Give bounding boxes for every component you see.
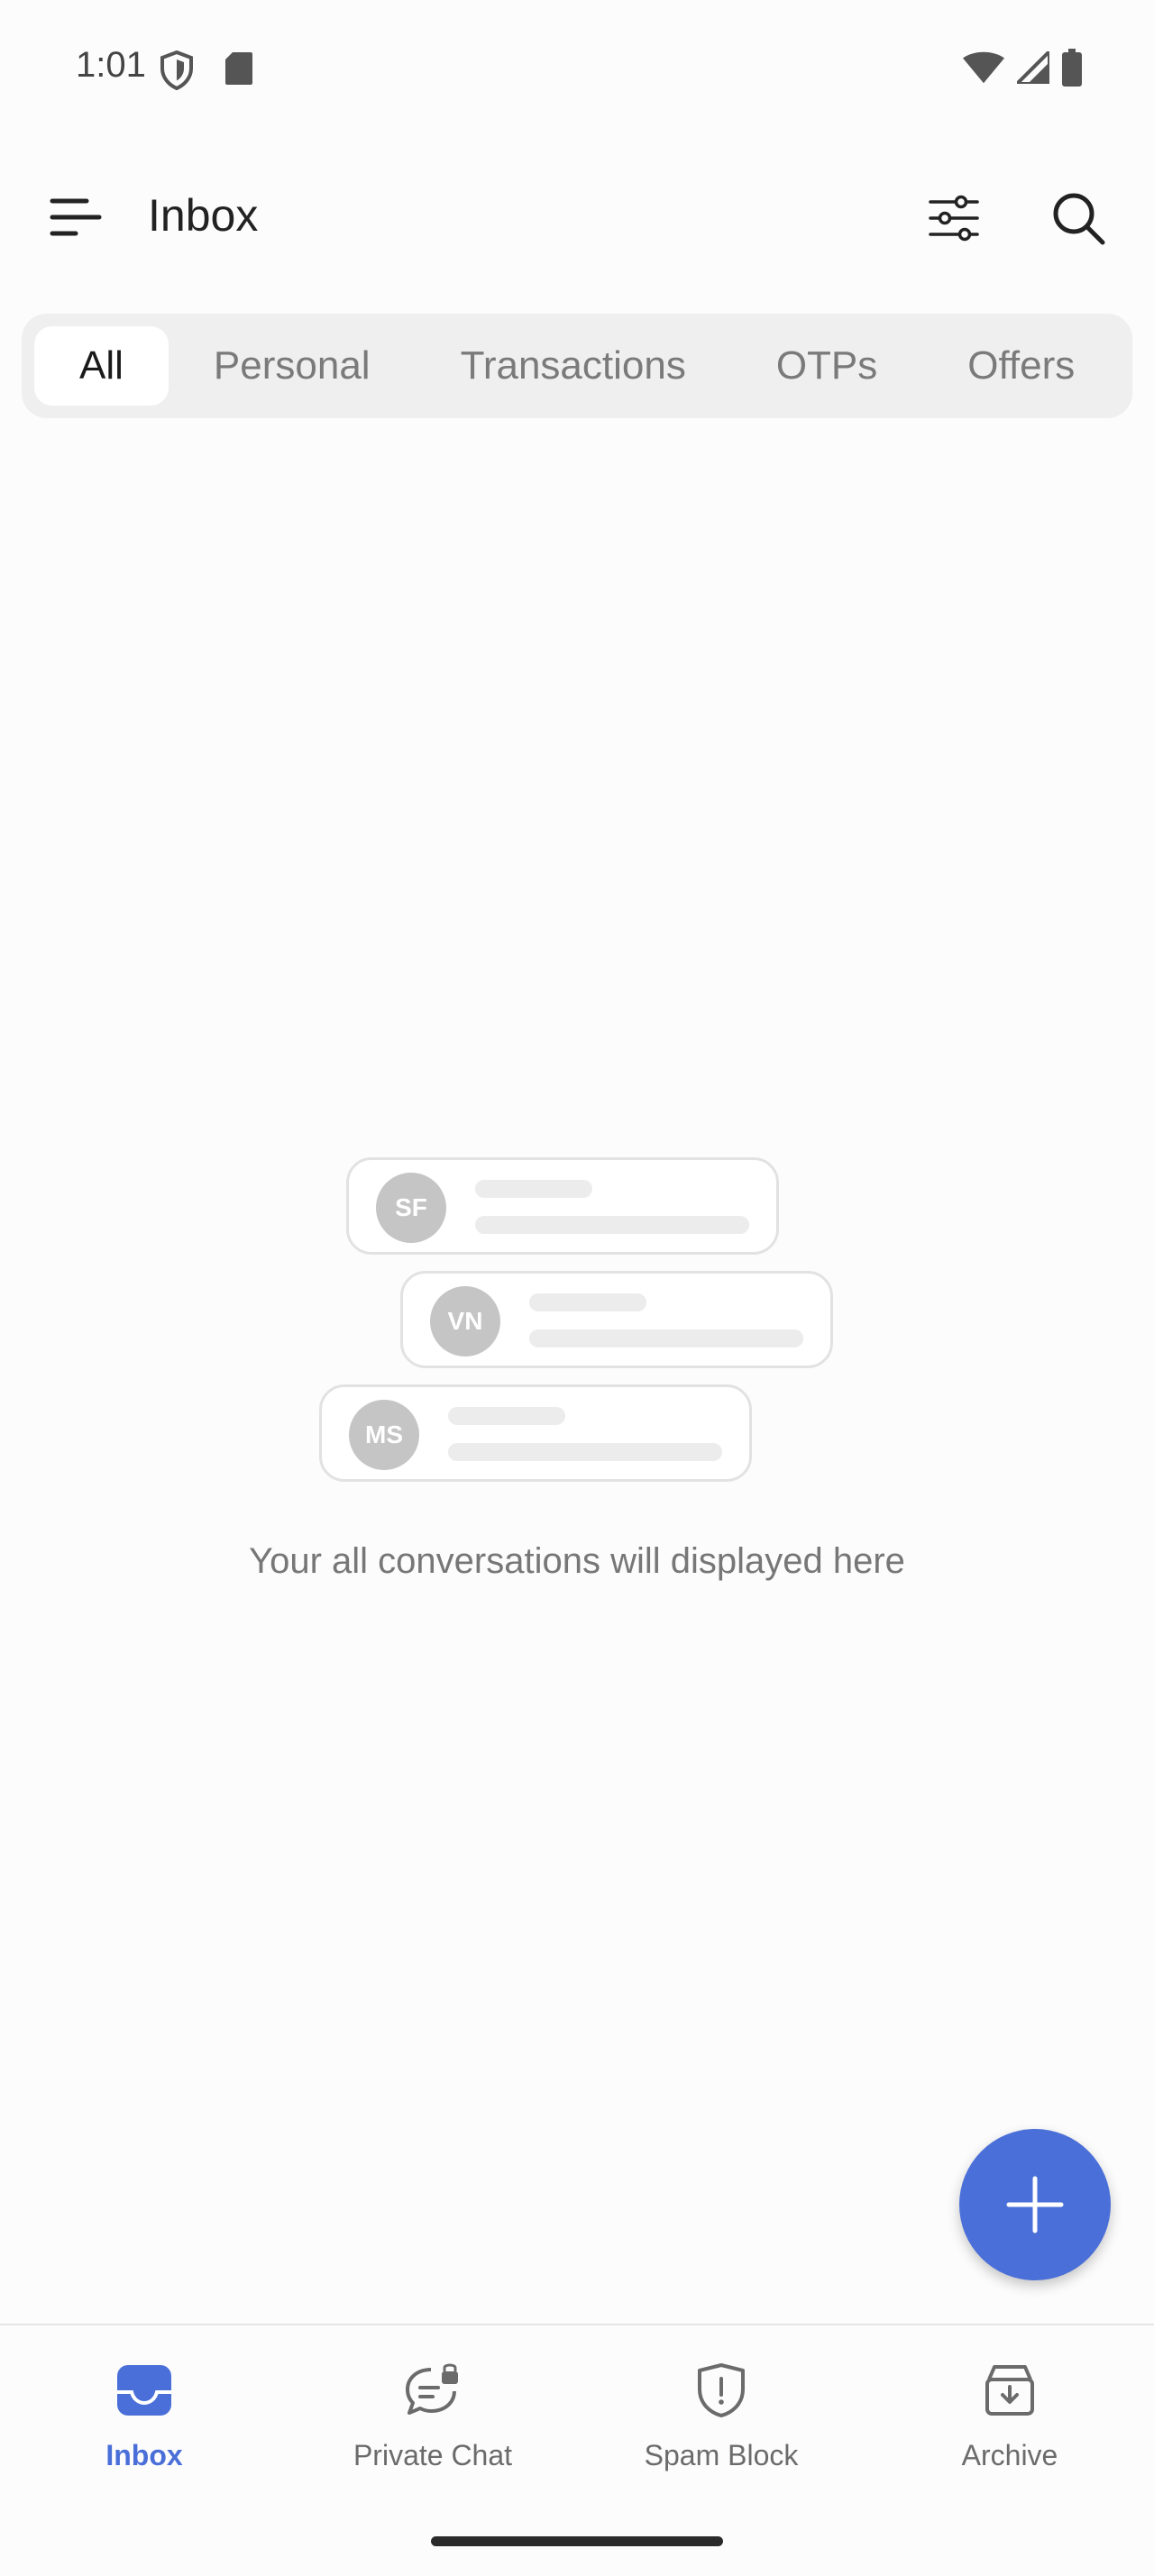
nav-label: Private Chat xyxy=(353,2439,513,2471)
nav-private-chat[interactable]: Private Chat xyxy=(288,2361,577,2497)
placeholder-conversation-card: MS xyxy=(319,1384,752,1482)
tab-offers[interactable]: Offers xyxy=(922,326,1120,406)
placeholder-line xyxy=(448,1407,565,1425)
nav-archive[interactable]: Archive xyxy=(866,2361,1154,2497)
page-title: Inbox xyxy=(148,190,259,241)
spam-block-icon xyxy=(692,2361,750,2419)
placeholder-line xyxy=(529,1329,803,1347)
tab-strip-edge xyxy=(1116,314,1132,418)
status-time: 1:01 xyxy=(76,45,146,85)
private-chat-icon xyxy=(404,2361,462,2419)
category-tabs: All Personal Transactions OTPs Offers xyxy=(22,314,1132,418)
wifi-icon xyxy=(963,51,1004,88)
shield-icon xyxy=(159,50,195,95)
nav-label: Spam Block xyxy=(644,2439,799,2471)
filter-button[interactable] xyxy=(920,184,988,252)
inbox-icon xyxy=(115,2361,173,2419)
app-bar: Inbox xyxy=(0,162,1154,270)
tab-otps[interactable]: OTPs xyxy=(731,326,922,406)
tab-personal[interactable]: Personal xyxy=(169,326,416,406)
new-conversation-button[interactable] xyxy=(959,2129,1111,2280)
placeholder-line xyxy=(475,1180,592,1198)
nav-spam-block[interactable]: Spam Block xyxy=(577,2361,866,2497)
avatar: VN xyxy=(430,1286,500,1357)
sd-card-icon xyxy=(224,50,254,91)
status-bar: 1:01 xyxy=(0,0,1154,135)
placeholder-conversation-card: VN xyxy=(400,1271,833,1368)
search-icon xyxy=(1053,193,1105,245)
tab-all[interactable]: All xyxy=(34,326,169,406)
cellular-signal-icon xyxy=(1012,47,1051,88)
filter-sliders-icon xyxy=(929,195,979,242)
archive-icon xyxy=(981,2361,1039,2419)
nav-inbox[interactable]: Inbox xyxy=(0,2361,288,2497)
status-icons xyxy=(963,47,1082,91)
placeholder-line xyxy=(475,1216,749,1234)
nav-label: Archive xyxy=(961,2439,1058,2471)
placeholder-conversation-card: SF xyxy=(346,1157,779,1255)
tab-transactions[interactable]: Transactions xyxy=(416,326,731,406)
menu-button[interactable] xyxy=(41,186,110,249)
menu-icon xyxy=(50,198,102,236)
search-button[interactable] xyxy=(1044,184,1113,252)
empty-state-message: Your all conversations will displayed he… xyxy=(249,1541,905,1581)
avatar: MS xyxy=(349,1400,419,1470)
avatar: SF xyxy=(376,1173,446,1243)
placeholder-line xyxy=(529,1293,646,1311)
plus-icon xyxy=(1006,2176,1064,2233)
placeholder-line xyxy=(448,1443,722,1461)
home-indicator[interactable] xyxy=(431,2536,723,2546)
nav-label: Inbox xyxy=(105,2439,183,2471)
battery-icon xyxy=(1062,49,1082,91)
